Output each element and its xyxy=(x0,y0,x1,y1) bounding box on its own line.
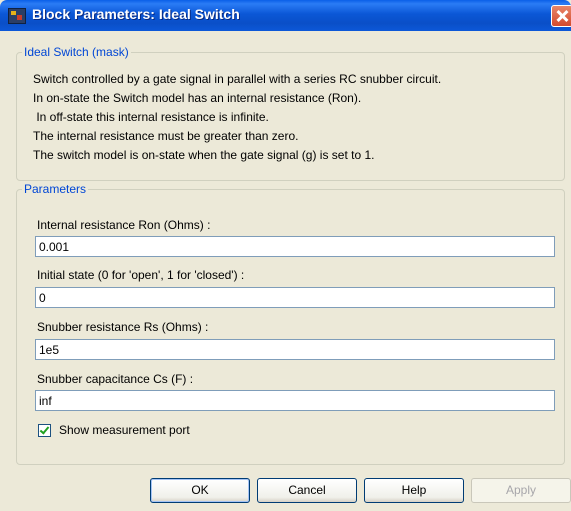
help-button[interactable]: Help xyxy=(364,478,464,503)
ok-button[interactable]: OK xyxy=(150,478,250,503)
apply-button[interactable]: Apply xyxy=(471,478,571,503)
ron-label: Internal resistance Ron (Ohms) : xyxy=(37,218,211,232)
snubber-resistance-label: Snubber resistance Rs (Ohms) : xyxy=(37,320,209,334)
close-button[interactable] xyxy=(551,5,571,27)
description-line: The switch model is on-state when the ga… xyxy=(33,148,375,162)
ron-input[interactable] xyxy=(35,236,555,257)
window-title: Block Parameters: Ideal Switch xyxy=(32,6,240,22)
show-measurement-port-checkbox[interactable] xyxy=(38,424,51,437)
title-bar[interactable]: Block Parameters: Ideal Switch xyxy=(0,0,571,31)
mask-legend: Ideal Switch (mask) xyxy=(24,45,129,59)
snubber-capacitance-input[interactable] xyxy=(35,390,555,411)
simulink-block-icon xyxy=(8,8,26,24)
description-line: The internal resistance must be greater … xyxy=(33,129,299,143)
initial-state-input[interactable] xyxy=(35,287,555,308)
initial-state-label: Initial state (0 for 'open', 1 for 'clos… xyxy=(37,268,245,282)
snubber-resistance-input[interactable] xyxy=(35,339,555,360)
parameters-legend: Parameters xyxy=(24,182,87,196)
description-line: In on-state the Switch model has an inte… xyxy=(33,91,362,105)
snubber-capacitance-label: Snubber capacitance Cs (F) : xyxy=(37,372,194,386)
description-line: Switch controlled by a gate signal in pa… xyxy=(33,72,442,86)
description-line: In off-state this internal resistance is… xyxy=(33,110,269,124)
cancel-button[interactable]: Cancel xyxy=(257,478,357,503)
show-measurement-port-label[interactable]: Show measurement port xyxy=(59,423,190,437)
